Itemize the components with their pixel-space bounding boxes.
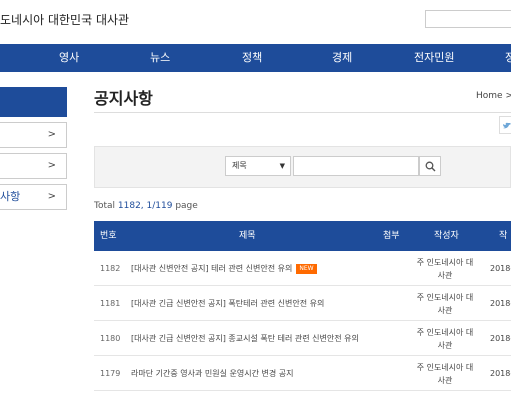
column-header-date: 작 xyxy=(499,231,508,241)
page-title: 공지사항 xyxy=(94,89,153,108)
table-row[interactable]: 1181 [대사관 긴급 신변안전 공지] 폭탄테러 관련 신변안전 유의 주 … xyxy=(94,286,511,321)
column-header-writer: 작성자 xyxy=(434,231,459,241)
writer-line-2: 사관 xyxy=(437,271,453,280)
post-title: 라마단 기간중 영사과 민원실 운영시간 변경 공지 xyxy=(131,369,294,378)
total-prefix: Total xyxy=(94,201,118,211)
post-writer: 주 인도네시아 대사관 xyxy=(414,361,476,387)
board-search-panel: 제목 ▼ xyxy=(94,146,511,188)
search-keyword-input[interactable] xyxy=(293,156,419,176)
post-title: [대사관 긴급 신변안전 공지] 종교시설 폭탄 테러 관련 신변안전 유의 xyxy=(131,334,359,343)
chevron-right-icon: > xyxy=(47,129,56,140)
post-date: 2018- xyxy=(490,334,511,343)
new-badge: NEW xyxy=(296,263,317,274)
post-writer: 주 인도네시아 대사관 xyxy=(414,291,476,317)
total-count: Total 1182, 1/119 page xyxy=(94,201,198,211)
search-icon xyxy=(425,161,436,172)
post-number: 1182 xyxy=(100,264,121,273)
select-arrow-icon: ▼ xyxy=(279,162,285,170)
board-header-row: 번호 제목 첨부 작성자 작 xyxy=(94,221,511,251)
sidebar-item-notices[interactable]: 사항 > xyxy=(0,184,67,210)
total-posts: 1182 xyxy=(117,201,141,211)
twitter-bird-icon xyxy=(503,122,511,129)
post-title: [대사관 신변안전 공지] 테러 관련 신변안전 유의 xyxy=(131,264,293,273)
writer-line-2: 사관 xyxy=(437,306,453,315)
table-row[interactable]: 1182 [대사관 신변안전 공지] 테러 관련 신변안전 유의 NEW 주 인도… xyxy=(94,251,511,286)
main-content: 공지사항 Home > 제목 ▼ Total 1182, 1/119 page … xyxy=(94,0,511,400)
post-title-link[interactable]: [대사관 긴급 신변안전 공지] 종교시설 폭탄 테러 관련 신변안전 유의 xyxy=(131,321,359,356)
search-button[interactable] xyxy=(419,156,441,176)
share-button[interactable] xyxy=(499,116,511,134)
post-title-link[interactable]: [대사관 신변안전 공지] 테러 관련 신변안전 유의 NEW xyxy=(131,251,317,286)
column-header-no: 번호 xyxy=(100,231,117,241)
table-row[interactable]: 1179 라마단 기간중 영사과 민원실 운영시간 변경 공지 주 인도네시아 … xyxy=(94,356,511,391)
post-title-link[interactable]: [대사관 긴급 신변안전 공지] 폭탄테러 관련 신변안전 유의 xyxy=(131,286,324,321)
post-date: 2018- xyxy=(490,264,511,273)
total-suffix: page xyxy=(172,201,198,211)
post-writer: 주 인도네시아 대사관 xyxy=(414,256,476,282)
chevron-right-icon: > xyxy=(47,160,56,171)
sidebar-item-label: 사항 xyxy=(0,190,21,203)
sidebar-item-2[interactable]: > xyxy=(0,153,67,179)
table-row[interactable]: 1180 [대사관 긴급 신변안전 공지] 종교시설 폭탄 테러 관련 신변안전… xyxy=(94,321,511,356)
post-writer: 주 인도네시아 대사관 xyxy=(414,326,476,352)
column-header-title: 제목 xyxy=(239,231,256,241)
post-title-link[interactable]: 라마단 기간중 영사과 민원실 운영시간 변경 공지 xyxy=(131,356,293,391)
sidebar: > > 사항 > xyxy=(0,87,67,210)
post-number: 1180 xyxy=(100,334,121,343)
writer-line-1: 주 인도네시아 대 xyxy=(416,258,474,267)
writer-line-2: 사관 xyxy=(437,341,453,350)
title-divider xyxy=(94,112,511,113)
post-number: 1179 xyxy=(100,369,121,378)
sidebar-item-1[interactable]: > xyxy=(0,122,67,148)
writer-line-2: 사관 xyxy=(437,376,453,385)
nav-item-consular[interactable]: 영사 xyxy=(59,44,79,72)
breadcrumb[interactable]: Home > xyxy=(476,91,511,101)
post-date: 2018- xyxy=(490,299,511,308)
post-date: 2018- xyxy=(490,369,511,378)
writer-line-1: 주 인도네시아 대 xyxy=(416,363,474,372)
column-header-attach: 첨부 xyxy=(383,231,400,241)
post-number: 1181 xyxy=(100,299,121,308)
chevron-right-icon: > xyxy=(47,191,56,202)
search-field-select[interactable]: 제목 ▼ xyxy=(225,156,291,176)
current-page: 1/119 xyxy=(146,201,173,211)
search-field-select-value: 제목 xyxy=(232,161,247,170)
sidebar-header xyxy=(0,87,67,117)
post-title: [대사관 긴급 신변안전 공지] 폭탄테러 관련 신변안전 유의 xyxy=(131,299,325,308)
writer-line-1: 주 인도네시아 대 xyxy=(416,328,474,337)
writer-line-1: 주 인도네시아 대 xyxy=(416,293,474,302)
